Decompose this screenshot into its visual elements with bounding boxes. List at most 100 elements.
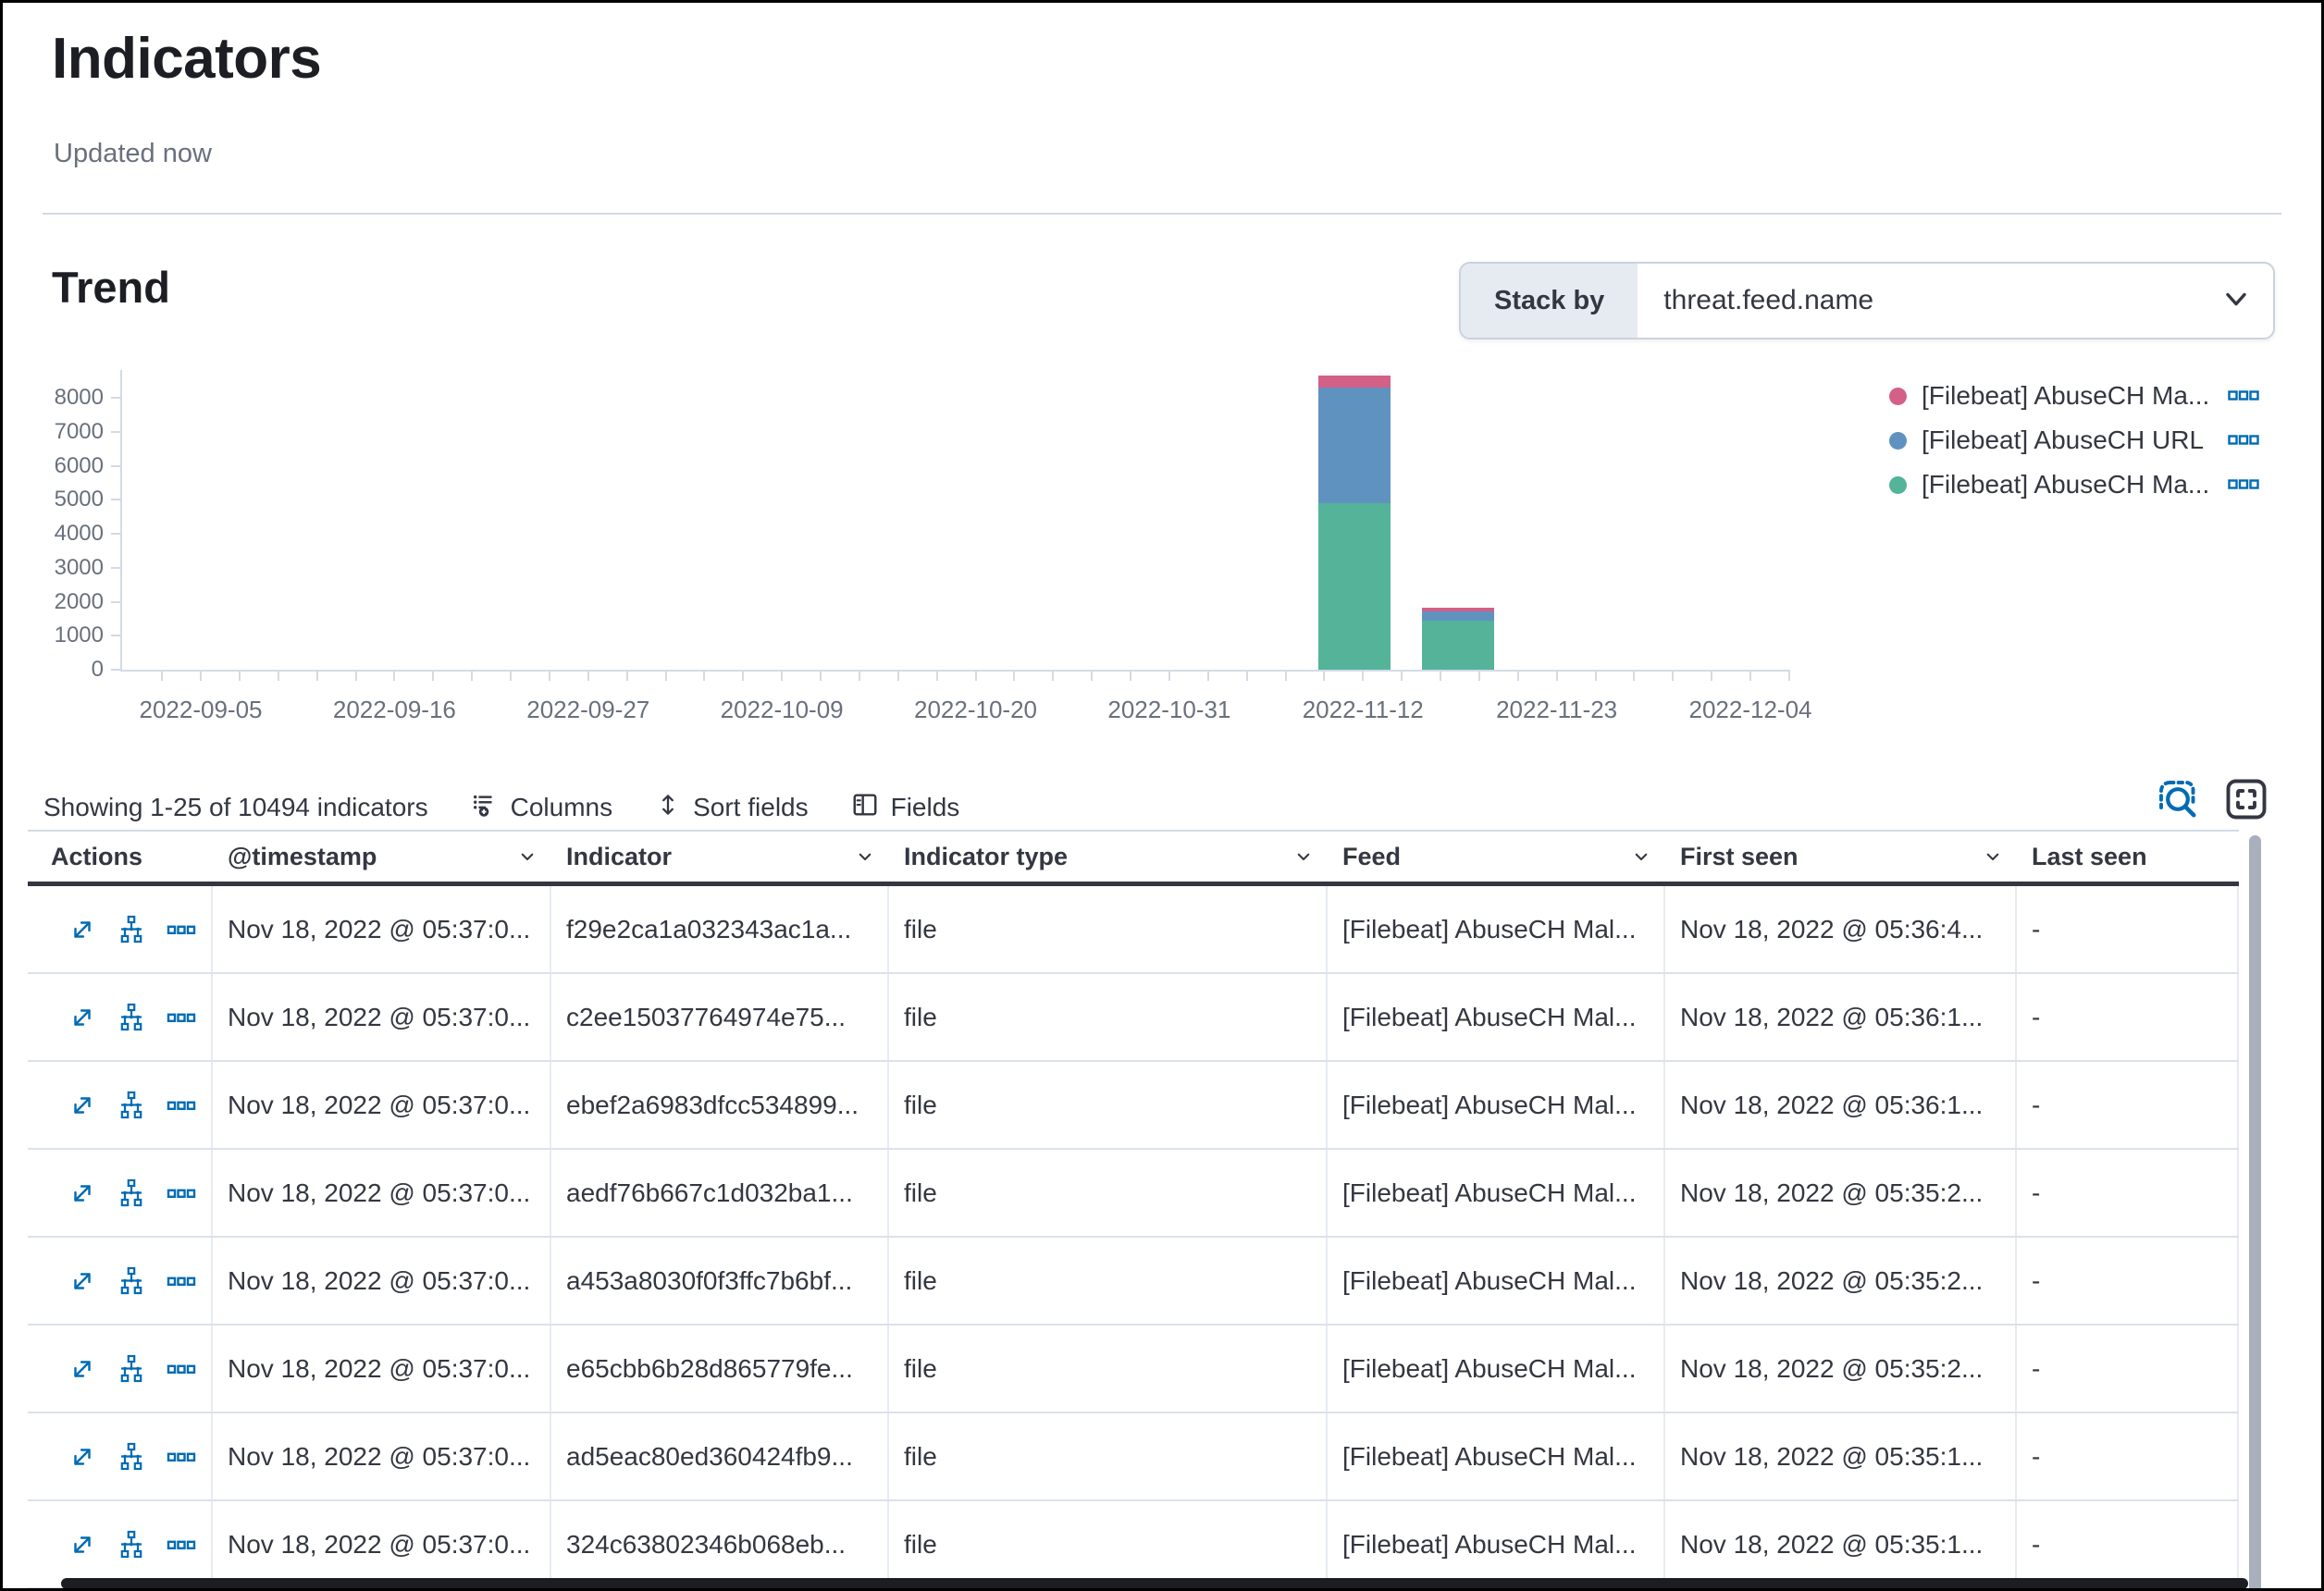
results-summary: Showing 1-25 of 10494 indicators [43,793,428,822]
cell-indicator: f29e2ca1a032343ac1a... [551,886,889,972]
cell-indicator: e65cbb6b28d865779fe... [551,1326,889,1412]
chevron-down-icon[interactable] [854,845,876,874]
column-header-feed[interactable]: Feed [1328,832,1665,882]
legend-item[interactable]: [Filebeat] AbuseCH Ma... [1889,374,2259,418]
cell-indicator: aedf76b667c1d032ba1... [551,1150,889,1236]
column-header-last-seen: Last seen [2017,832,2239,882]
cell-indicator-type: file [889,886,1328,972]
boxes-horizontal-icon[interactable] [2228,431,2259,450]
investigate-in-timeline-button[interactable] [117,1354,146,1384]
cell-timestamp: Nov 18, 2022 @ 05:37:0... [213,1326,551,1412]
investigate-in-timeline-button[interactable] [117,1530,146,1560]
stack-by-control[interactable]: Stack by threat.feed.name [1459,262,2275,339]
page-title: Indicators [52,26,321,92]
investigate-in-timeline-button[interactable] [117,915,146,944]
sort-fields-button[interactable]: Sort fields [655,792,809,824]
trend-bar-chart: 0100020003000400050006000700080002022-09… [120,370,1790,672]
columns-button[interactable]: Columns [471,791,612,825]
investigate-in-timeline-button[interactable] [117,1091,146,1120]
investigate-in-timeline-button[interactable] [117,1442,146,1472]
more-actions-button[interactable] [167,1354,196,1384]
cell-timestamp: Nov 18, 2022 @ 05:37:0... [213,886,551,972]
chevron-down-icon[interactable] [1292,845,1315,874]
open-indicator-flyout-button[interactable] [68,1355,96,1383]
more-actions-button[interactable] [167,1178,196,1208]
x-axis-tick-mark [1362,670,1364,681]
cell-actions [28,1238,213,1324]
column-header-indicator[interactable]: Indicator [551,832,889,882]
open-indicator-flyout-button[interactable] [68,1443,96,1471]
cell-actions [28,1150,213,1236]
bar-segment [1318,388,1391,503]
more-actions-button[interactable] [167,1003,196,1032]
y-axis-tick-mark [111,397,120,399]
x-axis-tick-mark [1401,670,1403,681]
chevron-down-icon[interactable] [516,845,538,874]
more-actions-button[interactable] [167,1530,196,1560]
cell-actions [28,1413,213,1499]
legend-item[interactable]: [Filebeat] AbuseCH Ma... [1889,462,2259,507]
cell-indicator: 324c63802346b068eb... [551,1501,889,1587]
x-axis-tick-mark [1207,670,1209,681]
open-indicator-flyout-button[interactable] [68,916,96,944]
fields-button-label: Fields [891,793,960,822]
cell-first-seen: Nov 18, 2022 @ 05:35:2... [1665,1238,2017,1324]
open-indicator-flyout-button[interactable] [68,1092,96,1119]
cell-timestamp: Nov 18, 2022 @ 05:37:0... [213,1062,551,1148]
more-actions-button[interactable] [167,915,196,944]
y-axis-tick-label: 7000 [26,419,104,445]
cell-indicator: ad5eac80ed360424fb9... [551,1413,889,1499]
y-axis-tick-label: 1000 [26,623,104,648]
horizontal-scrollbar[interactable] [61,1578,2248,1589]
open-indicator-flyout-button[interactable] [68,1531,96,1559]
cell-indicator-type: file [889,1413,1328,1499]
fields-button[interactable]: Fields [851,791,960,825]
legend-item[interactable]: [Filebeat] AbuseCH URL [1889,418,2259,462]
cell-last-seen: - [2017,974,2239,1060]
investigate-in-timeline-button[interactable] [117,1266,146,1296]
x-axis-tick-label: 2022-09-16 [292,696,496,724]
investigate-in-timeline-button[interactable] [117,1003,146,1032]
boxes-horizontal-icon[interactable] [2228,387,2259,405]
cell-feed: [Filebeat] AbuseCH Mal... [1328,1238,1665,1324]
cell-last-seen: - [2017,1326,2239,1412]
y-axis-tick-mark [111,567,120,569]
y-axis-tick-label: 5000 [26,487,104,512]
cell-actions [28,1501,213,1587]
cell-timestamp: Nov 18, 2022 @ 05:37:0... [213,1150,551,1236]
column-header-timestamp[interactable]: @timestamp [213,832,551,882]
x-axis-tick-mark [936,670,938,681]
x-axis-tick-mark [432,670,434,681]
inspect-button[interactable] [2156,777,2200,826]
chevron-down-icon[interactable] [1982,845,2004,874]
more-actions-button[interactable] [167,1442,196,1472]
chevron-down-icon[interactable] [1630,845,1652,874]
column-header-indicator-type[interactable]: Indicator type [889,832,1328,882]
cell-first-seen: Nov 18, 2022 @ 05:36:1... [1665,974,2017,1060]
vertical-scrollbar[interactable] [2249,835,2261,1591]
stack-by-select[interactable]: threat.feed.name [1638,264,2219,338]
investigate-in-timeline-button[interactable] [117,1178,146,1208]
fullscreen-button[interactable] [2224,777,2268,826]
open-indicator-flyout-button[interactable] [68,1267,96,1295]
more-actions-button[interactable] [167,1266,196,1296]
cell-feed: [Filebeat] AbuseCH Mal... [1328,886,1665,972]
bar-segment [1318,503,1391,670]
boxes-horizontal-icon[interactable] [2228,475,2259,494]
open-indicator-flyout-button[interactable] [68,1004,96,1031]
legend-item-label: [Filebeat] AbuseCH URL [1922,426,2204,455]
open-indicator-flyout-button[interactable] [68,1179,96,1207]
chart-legend: [Filebeat] AbuseCH Ma... [Filebeat] Abuse… [1889,374,2259,507]
more-actions-button[interactable] [167,1091,196,1120]
y-axis-tick-mark [111,635,120,636]
cell-feed: [Filebeat] AbuseCH Mal... [1328,1326,1665,1412]
updated-status: Updated now [54,139,212,169]
table-tools [2156,777,2268,826]
x-axis-tick-mark [587,670,589,681]
x-axis-tick-label: 2022-10-09 [680,696,884,724]
y-axis-tick-label: 2000 [26,589,104,615]
cell-last-seen: - [2017,1501,2239,1587]
sort-icon [655,792,681,824]
cell-feed: [Filebeat] AbuseCH Mal... [1328,1150,1665,1236]
column-header-first-seen[interactable]: First seen [1665,832,2017,882]
